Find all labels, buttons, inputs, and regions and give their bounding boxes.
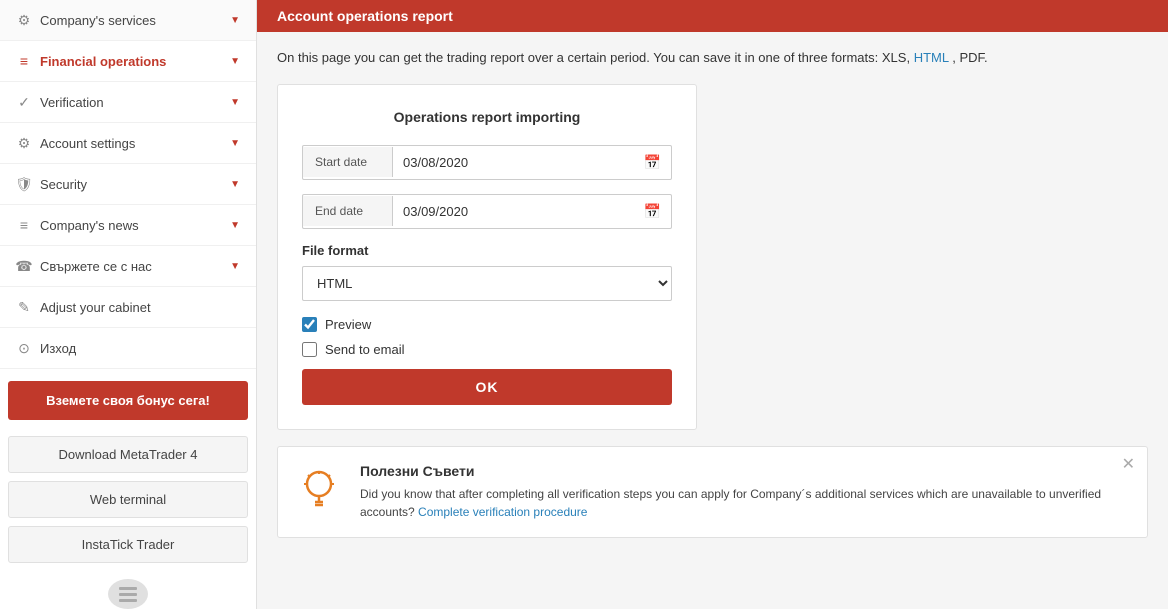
sidebar-item-adjust-cabinet[interactable]: ✎ Adjust your cabinet [0,287,256,328]
tips-lightbulb-icon [294,463,344,513]
preview-checkbox[interactable] [302,317,317,332]
sidebar-label-financial-operations: Financial operations [40,54,166,69]
sidebar-label-security: Security [40,177,87,192]
send-email-checkbox-row: Send to email [302,342,672,357]
verification-link[interactable]: Complete verification procedure [418,505,587,519]
arrow-icon-security: ▼ [230,179,240,190]
bonus-button[interactable]: Вземете своя бонус сега! [8,381,248,420]
download-metatrader-button[interactable]: Download MetaTrader 4 [8,436,248,473]
sidebar-label-account-settings: Account settings [40,136,135,151]
start-date-calendar-icon[interactable]: 📅 [634,146,671,179]
sidebar-item-logout[interactable]: ⊙ Изход [0,328,256,369]
avatar [108,579,148,609]
tips-content: Полезни Съвети Did you know that after c… [360,463,1131,521]
preview-checkbox-row: Preview [302,317,672,332]
sidebar-icon-adjust-cabinet: ✎ [16,299,32,315]
ok-button[interactable]: OK [302,369,672,405]
sidebar-icon-companies-services: ⚙ [16,12,32,28]
web-terminal-button[interactable]: Web terminal [8,481,248,518]
file-format-select[interactable]: XLSHTMLPDF [302,266,672,301]
sidebar: ⚙ Company's services ▼ ≡ Financial opera… [0,0,257,609]
tips-title: Полезни Съвети [360,463,1131,479]
instatick-trader-button[interactable]: InstaTick Trader [8,526,248,563]
start-date-input[interactable] [393,147,634,178]
sidebar-icon-logout: ⊙ [16,340,32,356]
sidebar-item-financial-operations[interactable]: ≡ Financial operations ▼ [0,41,256,82]
tips-text: Did you know that after completing all v… [360,485,1131,521]
description-text-prefix: On this page you can get the trading rep… [277,50,910,65]
send-email-label[interactable]: Send to email [325,342,405,357]
sidebar-item-security[interactable]: 🛡 Security ▼ [0,164,256,205]
sidebar-label-verification: Verification [40,95,104,110]
sidebar-label-company-news: Company's news [40,218,139,233]
page-header: Account operations report [257,0,1168,32]
sidebar-item-contact-us[interactable]: ☎ Свържете се с нас ▼ [0,246,256,287]
sidebar-icon-account-settings: ⚙ [16,135,32,151]
sidebar-icon-security: 🛡 [16,176,32,192]
start-date-label: Start date [303,147,393,177]
arrow-icon-verification: ▼ [230,97,240,108]
preview-label[interactable]: Preview [325,317,371,332]
send-email-checkbox[interactable] [302,342,317,357]
end-date-field: End date 📅 [302,194,672,229]
end-date-label: End date [303,196,393,226]
sidebar-item-account-settings[interactable]: ⚙ Account settings ▼ [0,123,256,164]
start-date-field: Start date 📅 [302,145,672,180]
end-date-input[interactable] [393,196,634,227]
sidebar-icon-company-news: ≡ [16,217,32,233]
form-title: Operations report importing [302,109,672,125]
page-description: On this page you can get the trading rep… [257,32,1168,76]
sidebar-item-company-news[interactable]: ≡ Company's news ▼ [0,205,256,246]
end-date-calendar-icon[interactable]: 📅 [634,195,671,228]
arrow-icon-contact-us: ▼ [230,261,240,272]
sidebar-item-verification[interactable]: ✓ Verification ▼ [0,82,256,123]
main-content: Account operations report On this page y… [257,0,1168,609]
sidebar-icon-contact-us: ☎ [16,258,32,274]
arrow-icon-financial-operations: ▼ [230,56,240,67]
sidebar-icon-financial-operations: ≡ [16,53,32,69]
file-format-label: File format [302,243,672,258]
arrow-icon-account-settings: ▼ [230,138,240,149]
sidebar-icon-verification: ✓ [16,94,32,110]
sidebar-label-companies-services: Company's services [40,13,156,28]
description-text-suffix: , PDF. [952,50,987,65]
tips-close-button[interactable]: ✕ [1122,457,1135,473]
html-link[interactable]: HTML [914,50,949,65]
sidebar-item-companies-services[interactable]: ⚙ Company's services ▼ [0,0,256,41]
arrow-icon-companies-services: ▼ [230,15,240,26]
operations-report-form: Operations report importing Start date 📅… [277,84,697,430]
sidebar-label-adjust-cabinet: Adjust your cabinet [40,300,151,315]
sidebar-label-contact-us: Свържете се с нас [40,259,152,274]
sidebar-label-logout: Изход [40,341,76,356]
arrow-icon-company-news: ▼ [230,220,240,231]
tips-section: Полезни Съвети Did you know that after c… [277,446,1148,538]
